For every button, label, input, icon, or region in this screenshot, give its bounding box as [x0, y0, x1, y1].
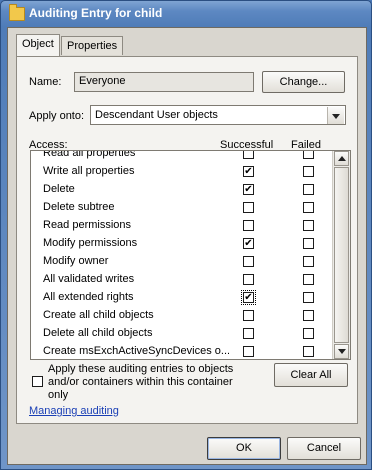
access-row: Delete all child objects [31, 325, 334, 343]
access-row: Modify permissions ✔ [31, 235, 334, 253]
failed-checkbox[interactable] [303, 220, 314, 231]
ok-label: OK [236, 442, 252, 454]
access-row: Modify owner [31, 253, 334, 271]
access-row: Delete subtree [31, 199, 334, 217]
cancel-button[interactable]: Cancel [287, 437, 361, 460]
successful-checkbox[interactable]: ✔ [243, 238, 254, 249]
successful-checkbox[interactable] [243, 274, 254, 285]
access-row-label: Create msExchActiveSyncDevices o... [43, 345, 229, 357]
failed-checkbox[interactable] [303, 238, 314, 249]
ok-button[interactable]: OK [207, 437, 281, 460]
access-row-label: Create all child objects [43, 309, 154, 321]
access-row-label: All extended rights [43, 291, 134, 303]
successful-checkbox[interactable] [243, 328, 254, 339]
failed-checkbox[interactable] [303, 256, 314, 267]
apply-checkbox-line-2: and/or containers within this container [48, 376, 233, 388]
tab-object[interactable]: Object [16, 34, 60, 56]
failed-checkbox[interactable] [303, 151, 314, 159]
clear-all-button[interactable]: Clear All [274, 363, 348, 387]
successful-checkbox[interactable]: ✔ [241, 290, 256, 305]
successful-checkbox[interactable] [243, 346, 254, 357]
clear-all-label: Clear All [290, 369, 332, 381]
apply-checkbox-line-3: only [48, 389, 69, 401]
access-row-label: Read all properties [43, 150, 136, 159]
access-row-label: All validated writes [43, 273, 135, 285]
name-label: Name: [29, 76, 62, 88]
name-field: Everyone [74, 72, 254, 92]
access-row: Read permissions [31, 217, 334, 235]
scroll-up-icon[interactable] [334, 151, 349, 166]
access-row-label: Read permissions [43, 219, 132, 231]
scroll-down-icon[interactable] [334, 344, 349, 359]
dialog-client: Object Properties Name: Everyone Change.… [7, 27, 367, 465]
access-row: All extended rights ✔ [31, 289, 334, 307]
access-row: All validated writes [31, 271, 334, 289]
tab-label: Object [22, 38, 54, 50]
access-row-label: Delete subtree [43, 201, 115, 213]
cancel-label: Cancel [306, 442, 342, 454]
apply-onto-dropdown[interactable]: Descendant User objects [90, 105, 346, 125]
access-row-label: Modify permissions [43, 237, 138, 249]
dialog-window: Auditing Entry for child Object Properti… [0, 0, 372, 470]
access-list[interactable]: Read all properties Write all properties ✔… [30, 150, 351, 360]
change-button[interactable]: Change... [262, 71, 345, 93]
managing-auditing-link[interactable]: Managing auditing [29, 405, 119, 417]
successful-checkbox[interactable] [243, 256, 254, 267]
access-row: Write all properties ✔ [31, 163, 334, 181]
access-row: Delete ✔ [31, 181, 334, 199]
access-row-label: Delete all child objects [43, 327, 153, 339]
failed-checkbox[interactable] [303, 184, 314, 195]
access-row-label: Write all properties [43, 165, 135, 177]
failed-checkbox[interactable] [303, 328, 314, 339]
access-row: Read all properties [31, 150, 334, 163]
access-row-label: Delete [43, 183, 75, 195]
vertical-scrollbar[interactable] [332, 151, 350, 359]
successful-checkbox[interactable] [243, 202, 254, 213]
apply-onto-label: Apply onto: [29, 110, 85, 122]
tab-label: Properties [67, 40, 118, 52]
chevron-down-icon[interactable] [327, 107, 344, 124]
failed-checkbox[interactable] [303, 166, 314, 177]
failed-checkbox[interactable] [303, 346, 314, 357]
change-button-label: Change... [279, 76, 328, 88]
apply-onto-value: Descendant User objects [95, 109, 218, 121]
name-value: Everyone [79, 75, 126, 87]
failed-checkbox[interactable] [303, 274, 314, 285]
successful-checkbox[interactable]: ✔ [243, 184, 254, 195]
failed-checkbox[interactable] [303, 292, 314, 303]
failed-checkbox[interactable] [303, 310, 314, 321]
apply-within-container-checkbox[interactable] [32, 376, 43, 387]
access-row: Create msExchActiveSyncDevices o... [31, 343, 334, 359]
apply-checkbox-line-1: Apply these auditing entries to objects [48, 363, 234, 375]
tab-properties[interactable]: Properties [61, 36, 124, 55]
access-row: Create all child objects [31, 307, 334, 325]
failed-checkbox[interactable] [303, 202, 314, 213]
window-title: Auditing Entry for child [29, 6, 163, 20]
successful-checkbox[interactable] [243, 220, 254, 231]
successful-checkbox[interactable] [243, 151, 254, 159]
access-row-label: Modify owner [43, 255, 109, 267]
folder-icon [9, 4, 25, 21]
successful-checkbox[interactable] [243, 310, 254, 321]
scroll-thumb[interactable] [334, 167, 349, 343]
successful-checkbox[interactable]: ✔ [243, 166, 254, 177]
